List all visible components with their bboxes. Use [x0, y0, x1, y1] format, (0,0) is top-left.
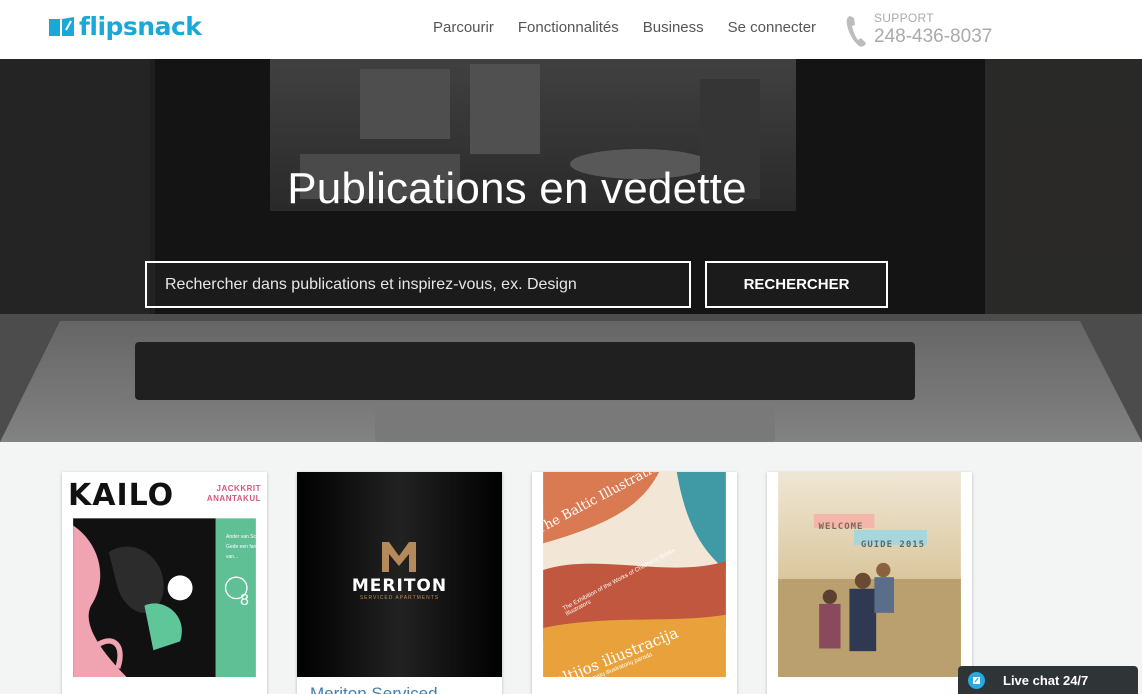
card-title[interactable]: Meriton Serviced — [310, 684, 438, 694]
logo[interactable]: flipsnack — [48, 12, 202, 41]
hero-banner: Publications en vedette RECHERCHER — [0, 59, 1142, 442]
hero-title: Publications en vedette — [287, 164, 747, 213]
site-header: flipsnack Parcourir Fonctionnalités Busi… — [0, 0, 1142, 59]
publication-cover — [778, 472, 961, 677]
cover-title: MERITON — [351, 576, 448, 596]
cover-text-1: Ander van Schie — [226, 534, 263, 540]
logo-text: flipsnack — [79, 12, 202, 41]
chat-icon — [968, 671, 985, 689]
cover-title: WELCOME — [818, 522, 864, 532]
search-input[interactable] — [145, 261, 691, 308]
cover-author: JACKKRIT — [216, 484, 261, 493]
publication-card[interactable]: MERITON SERVICED APARTMENTS Meriton Serv… — [297, 472, 502, 694]
publication-card[interactable]: KAILO JACKKRIT ANANTAKUL 8 Ander van Sch… — [62, 472, 267, 694]
publication-card[interactable]: WELCOME GUIDE 2015 — [767, 472, 972, 694]
cover-subtitle: SERVICED APARTMENTS — [359, 595, 440, 601]
support-label: SUPPORT — [874, 11, 934, 25]
support-phone[interactable]: 248-436-8037 — [874, 25, 992, 49]
nav-se-connecter[interactable]: Se connecter — [728, 19, 816, 36]
support-block: SUPPORT 248-436-8037 — [845, 12, 992, 49]
main-nav: Parcourir Fonctionnalités Business Se co… — [433, 19, 840, 36]
nav-business[interactable]: Business — [643, 19, 704, 36]
cover-author-2: ANANTAKUL — [206, 494, 261, 503]
live-chat-button[interactable]: Live chat 24/7 — [958, 666, 1138, 694]
logo-book-icon — [49, 16, 74, 36]
nav-fonctionnalites[interactable]: Fonctionnalités — [518, 19, 619, 36]
cover-badge: 8 — [240, 592, 249, 609]
publication-card[interactable]: The Baltic Illustration The Exhibition o… — [532, 472, 737, 694]
live-chat-label: Live chat 24/7 — [1003, 672, 1089, 688]
publication-cover — [297, 472, 502, 677]
search-button[interactable]: RECHERCHER — [705, 261, 888, 308]
cover-text-3: van... — [226, 554, 239, 560]
cover-text-2: Gede een fan — [226, 544, 257, 550]
phone-icon — [846, 15, 866, 47]
cover-subtitle: GUIDE 2015 — [860, 540, 926, 550]
nav-parcourir[interactable]: Parcourir — [433, 19, 494, 36]
cover-title: KAILO — [68, 478, 175, 513]
hero-laptop-background — [0, 59, 1142, 442]
publications-grid: KAILO JACKKRIT ANANTAKUL 8 Ander van Sch… — [0, 442, 1142, 694]
